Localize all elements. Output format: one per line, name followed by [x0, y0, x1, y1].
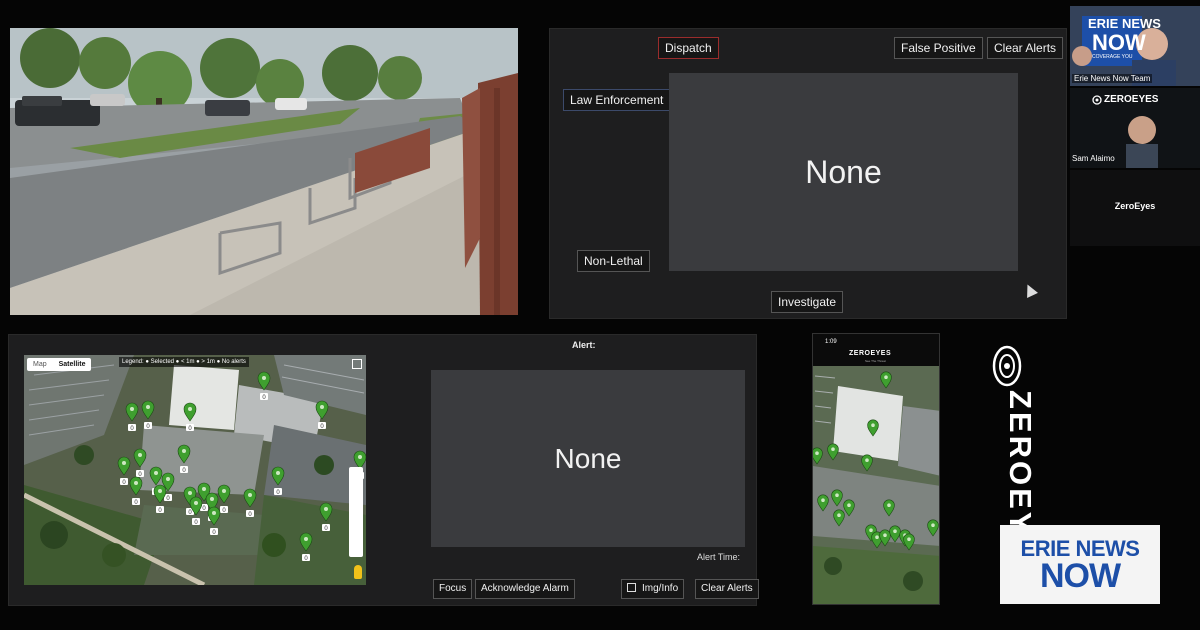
investigate-button[interactable]: Investigate — [771, 291, 844, 313]
fullscreen-icon[interactable] — [352, 359, 362, 369]
clear-alerts-button[interactable]: Clear Alerts — [987, 37, 1064, 59]
phone-header: 1:09 ZEROEYES See The Threat — [813, 334, 939, 366]
phone-app-tagline: See The Threat — [865, 359, 886, 363]
img-info-label: Img/Info — [642, 583, 679, 594]
acknowledge-alarm-button[interactable]: Acknowledge Alarm — [475, 579, 575, 599]
video-tile-zeroeyes: ZeroEyes — [1070, 170, 1200, 246]
camera-feed — [10, 28, 518, 315]
alert-time-label: Alert Time: — [697, 552, 741, 562]
tile1-badge-bottom: NOW — [1092, 30, 1146, 55]
map-pin-icon[interactable]: 0 — [217, 484, 231, 514]
phone-app-logo: ZEROEYES — [849, 350, 892, 357]
tile3-participant-name: ZeroEyes — [1114, 201, 1156, 211]
img-info-checkbox[interactable] — [627, 583, 636, 592]
alert-detail-panel: None — [431, 370, 745, 547]
map-type-toggle: Map Satellite — [27, 358, 92, 371]
phone-map[interactable] — [813, 366, 940, 605]
map-pin-icon[interactable]: 0 — [141, 400, 155, 430]
map-pin-icon[interactable]: 0 — [315, 400, 329, 430]
tile1-participant-name: Erie News Now Team — [1072, 74, 1153, 83]
map-pins-layer: 00000000000000000000000 — [117, 371, 366, 562]
img-info-toggle[interactable]: Img/Info — [621, 579, 685, 599]
dashboard-clear-alerts-button[interactable]: Clear Alerts — [695, 579, 759, 599]
watermark-line2: NOW — [1039, 556, 1121, 595]
map-pin-icon[interactable]: 0 — [129, 476, 143, 506]
map-pin-icon[interactable]: 0 — [125, 402, 139, 432]
alert-console: Dispatch False Positive Clear Alerts Law… — [549, 28, 1067, 319]
map-pin-icon[interactable]: 0 — [319, 502, 333, 532]
tile2-participant-name: Sam Alaimo — [1072, 154, 1115, 163]
satellite-map[interactable]: 00000000000000000000000 Map Satellite Le… — [24, 355, 366, 585]
false-positive-button[interactable]: False Positive — [894, 37, 983, 59]
mobile-app-preview: 1:09 ZEROEYES See The Threat — [812, 333, 940, 605]
map-pin-icon[interactable]: 0 — [271, 466, 285, 496]
map-pin-icon[interactable]: 0 — [257, 371, 271, 401]
alert-image-panel: None — [669, 73, 1018, 271]
law-enforcement-button[interactable]: Law Enforcement — [563, 89, 671, 111]
alert-dashboard: 00000000000000000000000 Map Satellite Le… — [8, 334, 759, 606]
map-pin-icon[interactable]: 0 — [183, 402, 197, 432]
map-legend: Legend: ● Selected ● < 1m ● > 1m ● No al… — [119, 357, 249, 367]
tile1-badge-top: ERIE NEWS — [1088, 16, 1161, 31]
erie-news-now-watermark: ERIE NEWS NOW — [1000, 525, 1160, 604]
map-pin-icon[interactable]: 0 — [299, 532, 313, 562]
map-pin-icon[interactable]: 0 — [133, 448, 147, 478]
video-tile-sam-alaimo: ZEROEYES Sam Alaimo — [1070, 88, 1200, 168]
map-tab-satellite[interactable]: Satellite — [53, 358, 92, 371]
non-lethal-button[interactable]: Non-Lethal — [577, 250, 650, 272]
tile2-logo-text: ZEROEYES — [1104, 94, 1159, 105]
phone-clock: 1:09 — [825, 339, 837, 345]
panel-placeholder-text: None — [805, 153, 882, 190]
dispatch-button[interactable]: Dispatch — [658, 37, 719, 59]
zeroeyes-logo-icon — [992, 345, 1022, 387]
tile1-badge-sub: COVERAGE YOU — [1092, 54, 1133, 60]
street-view-pegman-icon[interactable] — [354, 565, 362, 579]
map-pin-icon[interactable]: 0 — [117, 456, 131, 486]
map-zoom-controls[interactable] — [349, 467, 363, 557]
map-pin-icon[interactable]: 0 — [177, 444, 191, 474]
video-tile-erie-news: ERIE NEWS NOW COVERAGE YOU Erie News Now… — [1070, 6, 1200, 86]
focus-button[interactable]: Focus — [433, 579, 473, 599]
map-tab-map[interactable]: Map — [27, 358, 53, 371]
map-pin-icon[interactable]: 0 — [243, 488, 257, 518]
alert-label: Alert: — [572, 340, 596, 350]
detail-placeholder-text: None — [554, 442, 622, 474]
zeroeyes-small-logo-icon — [1092, 95, 1102, 105]
